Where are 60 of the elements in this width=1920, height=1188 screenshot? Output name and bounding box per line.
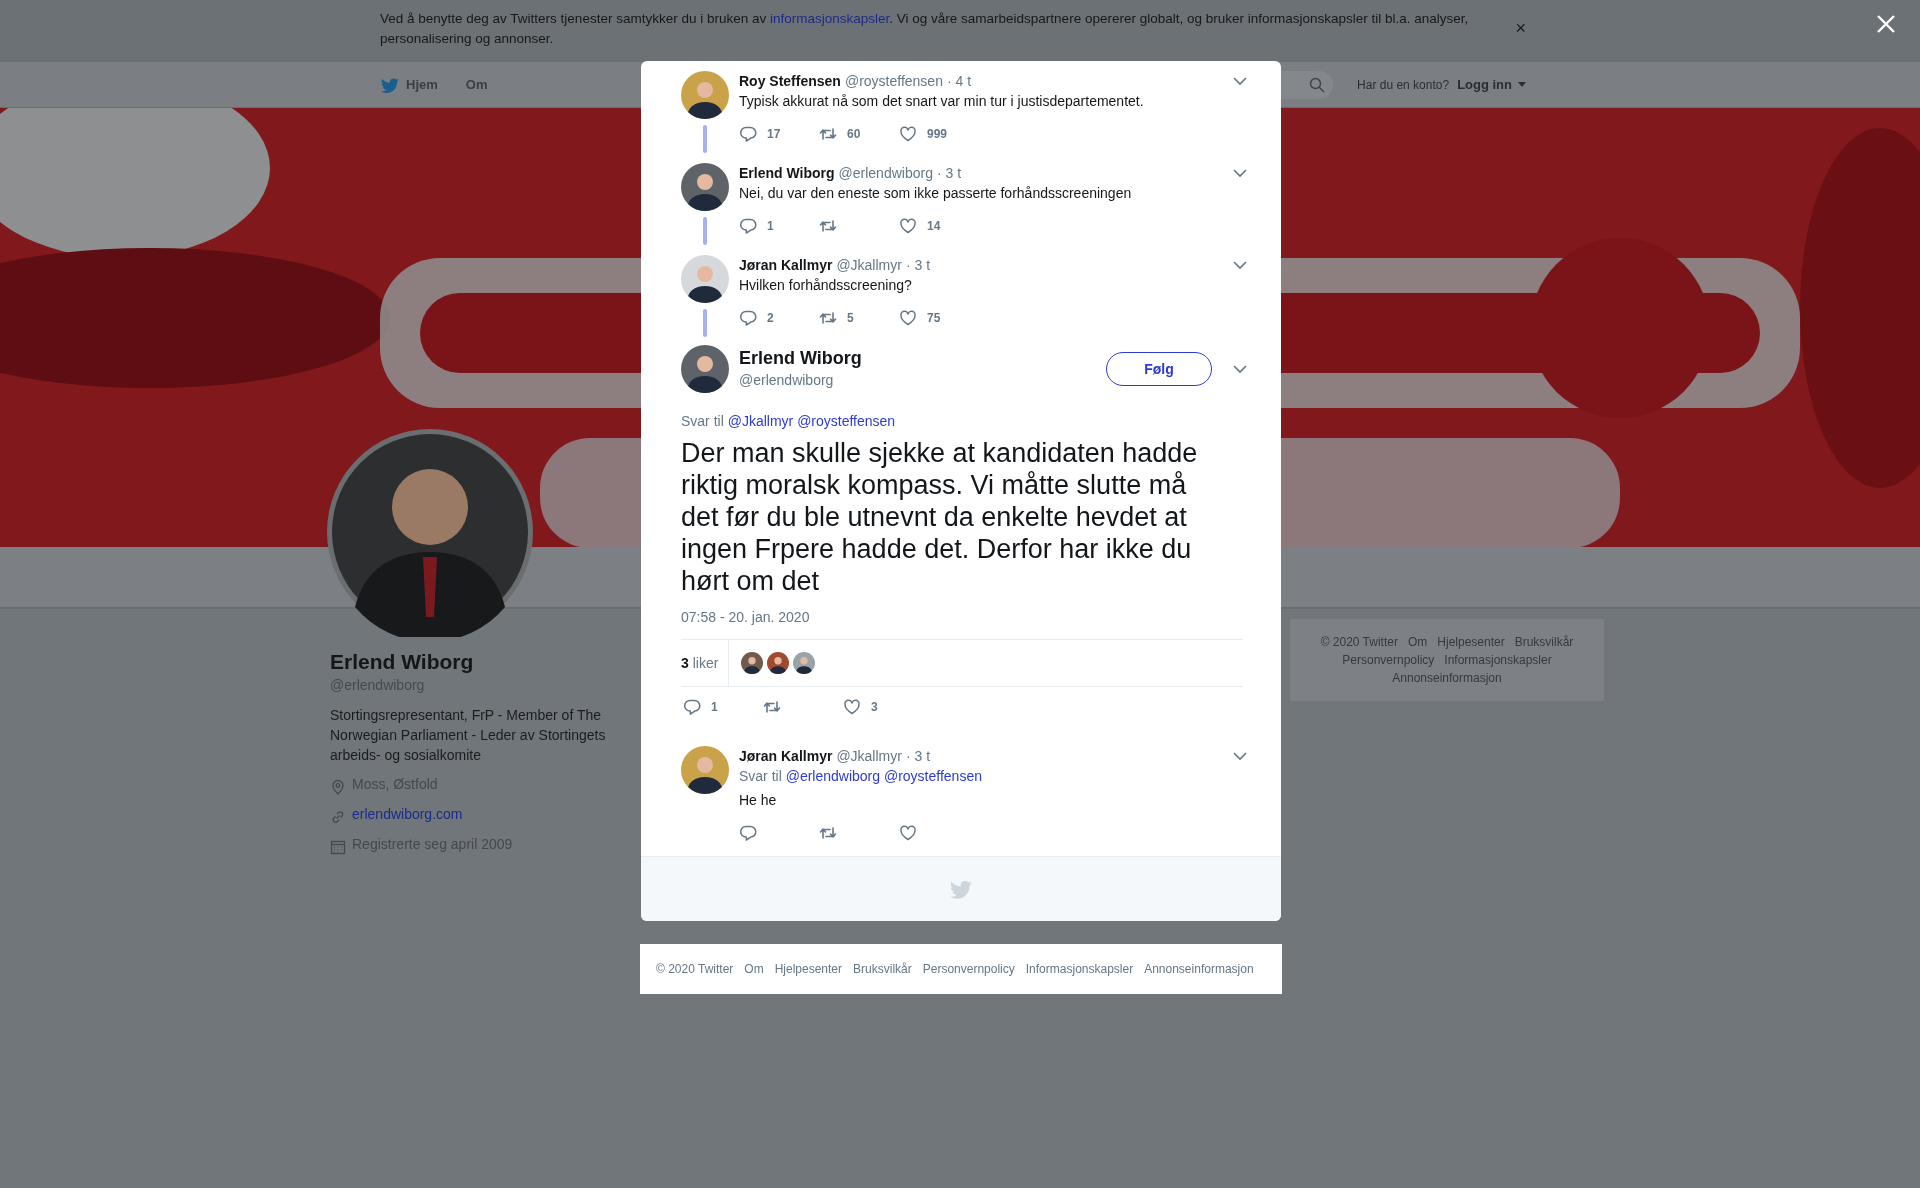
nav-link[interactable]: Hjem bbox=[380, 75, 438, 94]
author-handle[interactable]: @roysteffensen bbox=[844, 71, 943, 91]
caret-icon[interactable] bbox=[1518, 82, 1526, 87]
footer-link[interactable]: Informasjonskapsler bbox=[1444, 651, 1552, 669]
link-icon bbox=[330, 809, 346, 825]
author-handle[interactable]: @Jkallmyr bbox=[836, 746, 902, 766]
location-pin-icon bbox=[330, 779, 346, 795]
tweet-time[interactable]: · 3 t bbox=[905, 746, 931, 766]
bird-icon bbox=[949, 878, 973, 900]
nav-link[interactable]: Om bbox=[465, 77, 488, 92]
footer-link[interactable]: Bruksvilkår bbox=[1514, 633, 1574, 651]
tweet-date: 07:58 - 20. jan. 2020 bbox=[681, 609, 811, 625]
chevron-icon[interactable] bbox=[1232, 751, 1248, 761]
reply-icon[interactable] bbox=[739, 824, 757, 842]
footer-link[interactable]: Om bbox=[744, 962, 764, 976]
bird-icon bbox=[380, 75, 400, 94]
cookie-notice: Ved å benytte deg av Twitters tjenester samtykker du i bruken av informasjonskapsler. Vi og våre samarbeidspartnere opererer globalt, og bruker informasjonskapsler til bl.a. analyser, personalisering og annonser. bbox=[380, 10, 1470, 48]
footer-link[interactable]: Informasjonskapsler bbox=[1025, 962, 1134, 976]
profile-name: Erlend Wiborg bbox=[330, 649, 475, 675]
retweet-icon[interactable] bbox=[763, 698, 781, 716]
reply-icon[interactable] bbox=[683, 698, 701, 716]
footer-link[interactable]: Hjelpesenter bbox=[774, 962, 843, 976]
author-name[interactable]: Roy Steffensen bbox=[739, 71, 841, 91]
tweet-time[interactable]: · 4 t bbox=[946, 71, 972, 91]
avatar bbox=[681, 71, 729, 119]
website-link[interactable]: erlendwiborg.com bbox=[352, 806, 463, 822]
close-icon[interactable] bbox=[1876, 14, 1896, 34]
tweet-text: He he bbox=[739, 791, 778, 810]
profile-bio: Stortingsrepresentant, FrP - Member of The Norwegian Parliament - Leder av Stortingets arbeids- og sosialkomite bbox=[330, 706, 607, 765]
footer-link[interactable]: Bruksvilkår bbox=[853, 962, 912, 976]
footer-link[interactable]: Personvernpolicy bbox=[922, 962, 1015, 976]
heart-icon[interactable] bbox=[899, 824, 917, 842]
action-count: 3 bbox=[871, 700, 878, 714]
calendar-icon bbox=[330, 839, 346, 855]
footer-link[interactable]: © 2020 Twitter bbox=[656, 962, 734, 976]
heart-icon[interactable] bbox=[843, 698, 861, 716]
footer-link[interactable]: Hjelpesenter bbox=[1437, 633, 1505, 651]
author-name[interactable]: Jøran Kallmyr bbox=[739, 746, 833, 766]
footer-link[interactable]: Annonseinformasjon bbox=[1144, 962, 1254, 976]
search-icon[interactable] bbox=[1309, 76, 1326, 93]
login-link[interactable]: Logg inn bbox=[1457, 77, 1512, 92]
footer-link[interactable]: Annonseinformasjon bbox=[1392, 669, 1502, 687]
action-count: 1 bbox=[711, 700, 718, 714]
likes-count[interactable]: 3 liker bbox=[681, 655, 719, 671]
mention-link[interactable]: @roysteffensen bbox=[883, 768, 982, 784]
footer-link[interactable]: Personvernpolicy bbox=[1342, 651, 1435, 669]
retweet-icon[interactable] bbox=[819, 824, 837, 842]
tweet-text: Typisk akkurat nå som det snart var min tur i justisdepartementet. bbox=[739, 92, 1145, 111]
footer-link[interactable]: Om bbox=[1407, 633, 1428, 651]
mention-link[interactable]: @erlendwiborg bbox=[785, 768, 881, 784]
avatar bbox=[681, 746, 729, 794]
account-prompt: Har du en konto? bbox=[1357, 77, 1450, 92]
cookie-link[interactable]: informasjonskapsler bbox=[769, 11, 890, 26]
chevron-icon[interactable] bbox=[1232, 76, 1248, 86]
dismiss-button[interactable]: × bbox=[1515, 18, 1526, 38]
footer-link[interactable]: © 2020 Twitter bbox=[1320, 633, 1398, 651]
avatar bbox=[741, 652, 764, 674]
reply-label: Svar til bbox=[739, 768, 783, 784]
avatar bbox=[793, 652, 816, 674]
avatar bbox=[767, 652, 790, 674]
